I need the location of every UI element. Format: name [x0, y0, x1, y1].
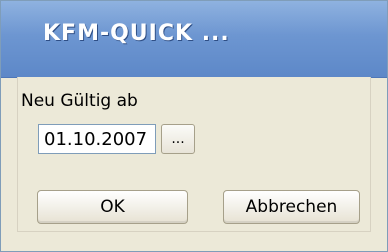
- ok-button[interactable]: OK: [37, 190, 188, 224]
- date-picker-button[interactable]: ...: [161, 124, 195, 154]
- window-title: KFM-QUICK ...: [43, 21, 230, 46]
- cancel-button[interactable]: Abbrechen: [223, 190, 360, 224]
- dialog-window: KFM-QUICK ... Neu Gültig ab ... OK Abbre…: [0, 0, 388, 252]
- date-label: Neu Gültig ab: [21, 91, 138, 111]
- date-input[interactable]: [38, 124, 156, 154]
- title-bar[interactable]: KFM-QUICK ...: [1, 1, 387, 78]
